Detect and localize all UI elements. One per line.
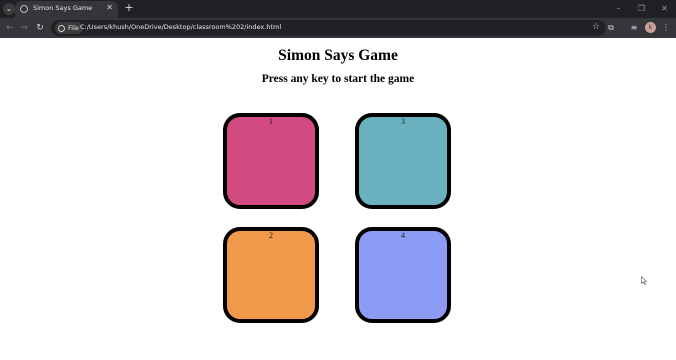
game-pad-2[interactable]: 2 (223, 227, 319, 323)
browser-toolbar: ← → ↻ File C:/Users/khush/OneDrive/Deskt… (0, 18, 676, 38)
tab-close-icon[interactable]: ✕ (106, 3, 113, 12)
game-title: Simon Says Game (278, 47, 398, 64)
window-controls: – ❐ ✕ (607, 0, 676, 18)
game-pad-3[interactable]: 3 (355, 113, 451, 209)
browser-tab-active[interactable]: Simon Says Game ✕ (15, 1, 118, 18)
pad-label: 4 (401, 231, 405, 240)
restore-button[interactable]: ❐ (630, 0, 653, 18)
pad-label: 2 (269, 231, 273, 240)
info-icon (58, 24, 65, 32)
address-bar[interactable]: File C:/Users/khush/OneDrive/Desktop/cla… (51, 20, 606, 36)
page-viewport: Simon Says Game Press any key to start t… (0, 38, 676, 360)
minimize-button[interactable]: – (607, 0, 630, 18)
url-text[interactable]: C:/Users/khush/OneDrive/Desktop/classroo… (80, 23, 281, 31)
pad-label: 3 (401, 117, 405, 126)
site-info-chip[interactable]: File (55, 22, 83, 34)
new-tab-button[interactable]: + (123, 2, 135, 14)
globe-icon (20, 5, 28, 13)
site-chip-label: File (68, 24, 79, 32)
bookmark-star-icon[interactable]: ☆ (592, 22, 600, 32)
profile-avatar[interactable]: k (645, 22, 656, 33)
game-status: Press any key to start the game (261, 73, 415, 85)
game-pad-4[interactable]: 4 (355, 227, 451, 323)
browser-chrome: ⌄ Simon Says Game ✕ + – ❐ ✕ ← → ↻ File C… (0, 0, 676, 38)
forward-button[interactable]: → (18, 22, 30, 34)
extensions-icon[interactable]: ⧉ (605, 22, 617, 34)
tab-title: Simon Says Game (33, 4, 93, 12)
game-pad-1[interactable]: 1 (223, 113, 319, 209)
browser-menu-icon[interactable]: ⋮ (660, 22, 672, 34)
back-button[interactable]: ← (4, 22, 16, 34)
tab-list-button[interactable]: ⌄ (3, 3, 15, 15)
pad-label: 1 (269, 117, 273, 126)
media-controls-icon[interactable]: ≡ (628, 22, 640, 34)
mouse-cursor-icon (641, 276, 647, 285)
window-close-button[interactable]: ✕ (653, 0, 676, 18)
reload-button[interactable]: ↻ (34, 22, 46, 34)
tab-strip: ⌄ Simon Says Game ✕ + – ❐ ✕ (0, 0, 676, 18)
